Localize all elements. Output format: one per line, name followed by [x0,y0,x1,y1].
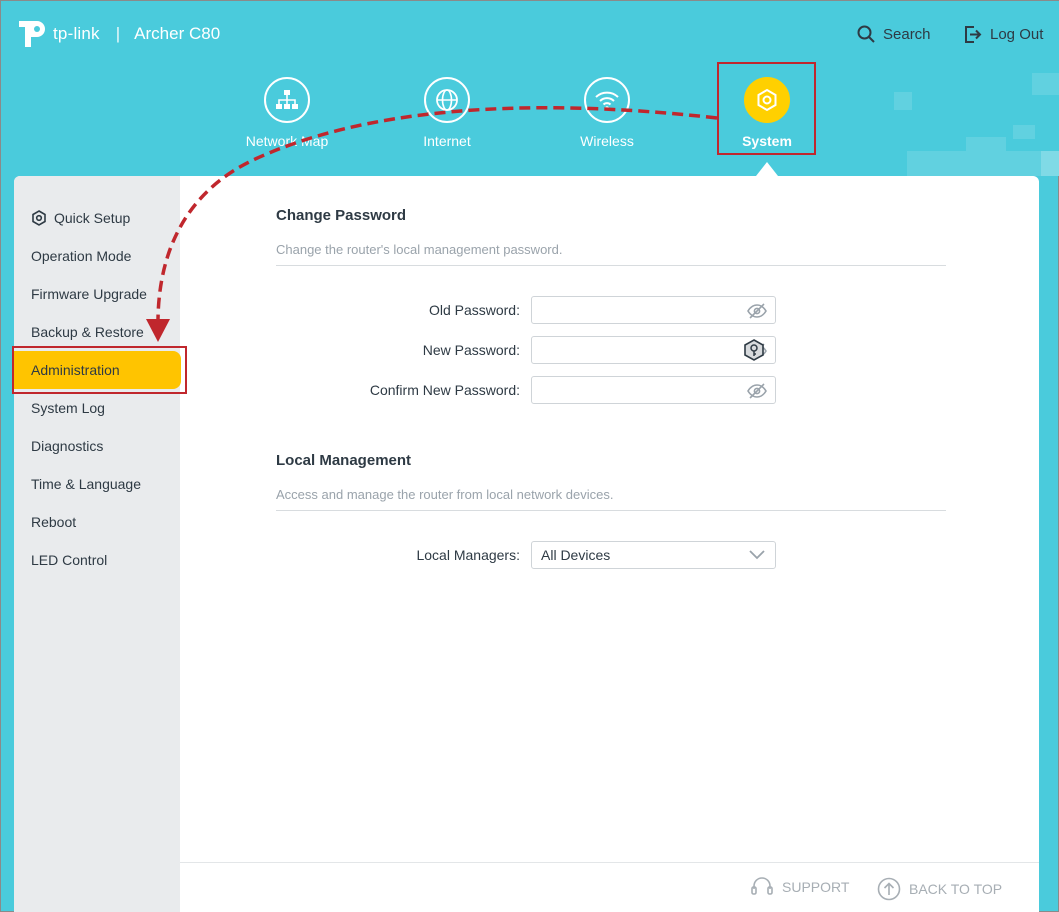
active-tab-pointer [756,162,778,176]
sidebar: Quick Setup Operation Mode Firmware Upgr… [14,176,181,912]
support-label: SUPPORT [782,879,850,895]
brand-name: tp-link [53,24,100,43]
section-divider [276,510,946,511]
password-manager-key-icon[interactable] [743,339,765,361]
eye-slash-icon[interactable] [747,303,767,319]
top-header: tp-link | Archer C80 Search Log Out Netw… [1,1,1059,176]
sidebar-item-label: Firmware Upgrade [31,286,147,302]
sidebar-item-label: Quick Setup [54,210,131,226]
local-management-description: Access and manage the router from local … [276,487,614,502]
sidebar-item-system-log[interactable]: System Log [14,389,180,427]
eye-slash-icon[interactable] [747,383,767,399]
search-button[interactable]: Search [857,25,931,43]
search-label: Search [883,25,931,43]
local-management-title: Local Management [276,452,412,469]
nav-internet[interactable]: Internet [387,77,507,149]
model-name: Archer C80 [134,24,221,43]
nav-label: Wireless [580,133,634,149]
logout-button[interactable]: Log Out [963,25,1043,44]
change-password-title: Change Password [276,207,407,224]
back-to-top-label: BACK TO TOP [909,881,1003,897]
change-password-description: Change the router's local management pas… [276,242,563,257]
gear-icon [32,210,46,226]
new-password-field[interactable] [531,336,776,364]
section-divider [276,265,946,266]
tp-link-logo-icon [15,17,51,51]
sidebar-item-quick-setup[interactable]: Quick Setup [14,199,180,237]
back-to-top-button[interactable]: BACK TO TOP [877,877,1002,901]
sidebar-item-label: LED Control [31,552,108,568]
sidebar-item-label: Backup & Restore [31,324,144,340]
content-area: Change Password Change the router's loca… [180,176,1039,912]
tp-link-logo[interactable]: tp-link | Archer C80 [15,17,220,51]
nav-network-map[interactable]: Network Map [227,77,347,149]
logout-icon [965,26,982,43]
header-decoration [907,151,1059,176]
sidebar-item-label: Operation Mode [31,248,132,264]
header-decoration [894,92,912,110]
local-managers-value: All Devices [541,547,611,563]
wifi-icon [584,77,630,123]
sidebar-item-label: Reboot [31,514,77,530]
system-highlight-box [717,62,816,155]
confirm-password-input[interactable] [540,377,750,403]
sidebar-item-label: Diagnostics [31,438,104,454]
nav-label: Internet [423,133,471,149]
local-managers-label: Local Managers: [416,547,520,563]
support-button[interactable]: SUPPORT [750,877,849,897]
nav-wireless[interactable]: Wireless [547,77,667,149]
local-managers-select[interactable]: All Devices [531,541,776,569]
sidebar-item-label: Time & Language [31,476,141,492]
confirm-password-label: Confirm New Password: [369,382,520,398]
header-decoration [1032,73,1059,95]
brand-separator: | [115,24,121,43]
old-password-label: Old Password: [428,302,520,318]
headset-icon [751,877,773,895]
administration-highlight-box [12,346,187,394]
nav-label: Network Map [245,133,329,149]
sidebar-item-time-language[interactable]: Time & Language [14,465,180,503]
new-password-input[interactable] [540,337,750,363]
header-decoration [1013,125,1035,139]
logout-label: Log Out [990,26,1044,43]
sidebar-item-operation-mode[interactable]: Operation Mode [14,237,180,275]
network-map-icon [264,77,310,123]
arrow-up-circle-icon [877,877,901,901]
sidebar-item-reboot[interactable]: Reboot [14,503,180,541]
search-icon [857,25,875,43]
confirm-password-field[interactable] [531,376,776,404]
main-panel: Quick Setup Operation Mode Firmware Upgr… [14,176,1039,912]
sidebar-item-diagnostics[interactable]: Diagnostics [14,427,180,465]
new-password-label: New Password: [422,342,520,358]
chevron-down-icon [749,550,765,560]
sidebar-item-label: System Log [31,400,105,416]
header-decoration [1041,151,1059,176]
sidebar-item-firmware-upgrade[interactable]: Firmware Upgrade [14,275,180,313]
sidebar-item-led-control[interactable]: LED Control [14,541,180,579]
old-password-field[interactable] [531,296,776,324]
globe-icon [424,77,470,123]
old-password-input[interactable] [540,297,750,323]
header-decoration [966,137,1006,151]
footer: SUPPORT BACK TO TOP [180,862,1039,912]
